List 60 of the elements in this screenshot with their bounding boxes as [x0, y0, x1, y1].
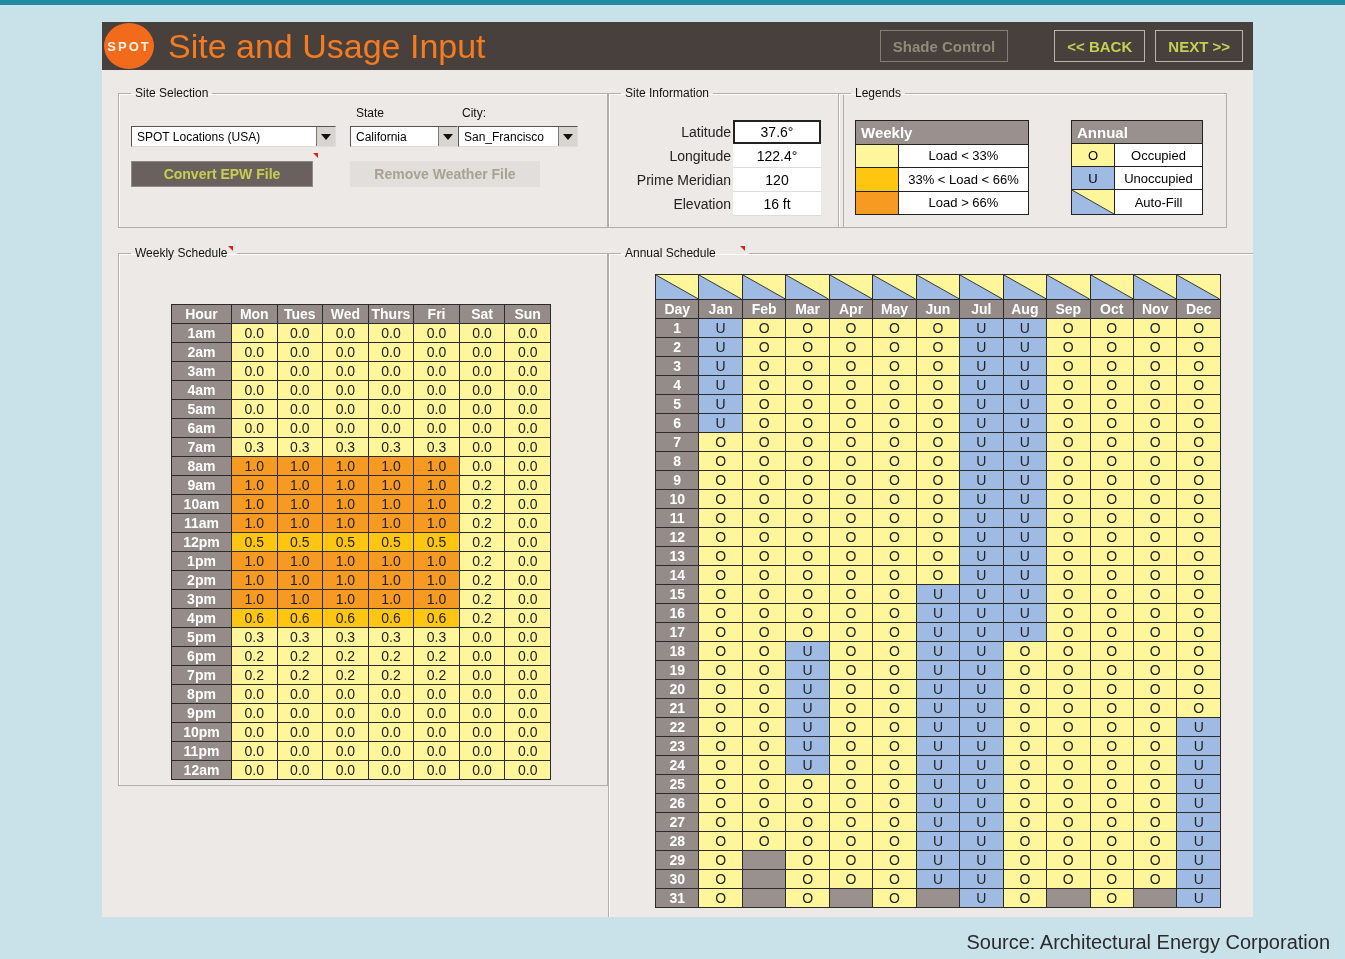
autofill-button[interactable] — [829, 275, 873, 299]
panel-title: Weekly Schedule — [131, 246, 237, 260]
legend-header: Weekly — [855, 120, 1029, 144]
comment-marker-icon — [227, 246, 233, 251]
autofill-button[interactable] — [1047, 275, 1090, 299]
column-header: Hour — [171, 304, 232, 324]
nav-button[interactable]: NEXT >> — [1155, 30, 1243, 62]
autofill-swatch-icon — [1072, 190, 1114, 214]
input-field[interactable]: 37.6° — [733, 120, 821, 144]
city-label: City: — [462, 106, 487, 120]
panel-title: Annual Schedule — [621, 246, 749, 260]
dropdown[interactable]: San_Francisco — [458, 126, 578, 147]
legend-label: Load < 33% — [898, 144, 1029, 168]
comment-marker-icon — [739, 246, 745, 251]
legend-symbol: U — [1071, 166, 1115, 190]
autofill-button[interactable] — [1090, 275, 1133, 299]
legend-label: Auto-Fill — [1114, 189, 1203, 215]
panel-title: Legends — [854, 86, 903, 100]
field-label: Latitude — [680, 123, 732, 142]
input-field[interactable]: 120 — [733, 168, 821, 192]
legend-label: 33% < Load < 66% — [898, 167, 1029, 191]
comment-marker-icon — [313, 153, 318, 158]
legend-header: Annual — [1071, 120, 1203, 144]
column-header: Tues — [277, 304, 323, 324]
column-header: Mon — [231, 304, 278, 324]
autofill-button[interactable] — [916, 275, 960, 299]
legend-symbol: O — [1071, 143, 1115, 167]
dropdown-arrow-icon — [563, 133, 573, 140]
field-label: Longitude — [668, 147, 732, 166]
dropdown[interactable]: SPOT Locations (USA) — [131, 126, 336, 147]
dropdown-arrow-icon — [443, 133, 453, 140]
input-field[interactable]: 16 ft — [733, 192, 821, 216]
autofill-button[interactable] — [1177, 275, 1220, 299]
column-header: Fri — [413, 304, 460, 324]
autofill-button[interactable] — [699, 275, 742, 299]
column-header: Sun — [504, 304, 551, 324]
legend-label: Load > 66% — [898, 191, 1029, 215]
convert-button[interactable]: Convert EPW File — [131, 161, 313, 187]
autofill-button[interactable] — [786, 275, 829, 299]
source-caption: Source: Architectural Energy Corporation — [965, 931, 1331, 954]
field-label: Elevation — [672, 195, 732, 214]
autofill-button[interactable] — [1134, 275, 1177, 299]
column-header: Wed — [322, 304, 369, 324]
dropdown-arrow-icon — [321, 133, 331, 140]
autofill-button[interactable] — [873, 275, 916, 299]
state-label: State — [356, 106, 386, 120]
autofill-button[interactable] — [742, 275, 786, 299]
column-header: Sat — [459, 304, 505, 324]
panel-title: Site Selection — [134, 86, 210, 100]
autofill-button[interactable] — [656, 275, 699, 299]
field-label: Prime Meridian — [636, 171, 732, 190]
autofill-button[interactable] — [960, 275, 1003, 299]
nav-button[interactable]: << BACK — [1054, 30, 1146, 62]
input-field[interactable]: 122.4° — [733, 144, 821, 168]
autofill-button[interactable] — [1003, 275, 1047, 299]
page-title: Site and Usage Input — [168, 26, 486, 66]
column-header: Thurs — [368, 304, 414, 324]
logo: SPOT — [104, 23, 154, 69]
panel-title: Site Information — [624, 86, 711, 100]
dropdown[interactable]: California — [350, 126, 458, 147]
